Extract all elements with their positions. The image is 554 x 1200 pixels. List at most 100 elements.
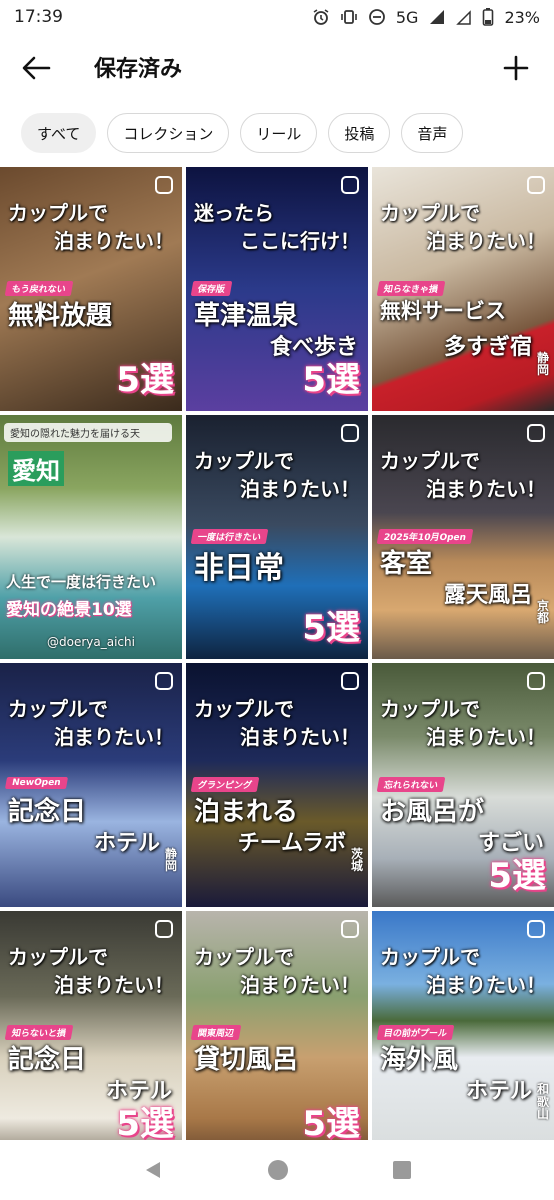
saved-post[interactable]: カップルで 泊まりたい！ 一度は行きたい 非日常 5選 [186,415,368,659]
reel-icon [527,176,545,194]
post-main-text: 非日常 [194,551,284,586]
post-title-line1: カップルで [194,449,294,473]
saved-post[interactable]: カップルで 泊まりたい！ 知らなきゃ損 無料サービス 多すぎ宿 静岡 [372,167,554,411]
post-tag: 関東周辺 [190,1025,242,1040]
post-title-line2: 泊まりたい！ [426,477,546,501]
post-count-label: 5選 [302,1104,360,1144]
reel-icon [155,672,173,690]
vibrate-icon [341,10,357,24]
post-main-text: お風呂が [380,797,485,827]
status-icons: 5G 23% [312,7,540,27]
post-main-text: 愛知の絶景10選 [6,600,132,620]
back-button[interactable] [16,48,56,88]
saved-post[interactable]: カップルで 泊まりたい！ 関東周辺 貸切風呂 5選 [186,911,368,1155]
reel-icon [341,424,359,442]
saved-post[interactable]: 愛知の隠れた魅力を届ける天 愛知 人生で一度は行きたい 愛知の絶景10選 @do… [0,415,182,659]
post-main-text: 客室 [380,549,433,579]
post-sub-text: チームラボ [237,831,346,856]
post-title-line2: 泊まりたい！ [240,477,360,501]
post-title-line2: 泊まりたい！ [426,725,546,749]
post-title-line2: 泊まりたい！ [426,229,546,253]
plus-icon [503,55,529,81]
post-count-label: 5選 [488,856,546,896]
post-main-text: 記念日 [8,1045,87,1075]
post-main-text: 泊まれる [194,797,299,827]
post-author-handle: @doerya_aichi [47,635,135,649]
post-main-text: 貸切風呂 [194,1045,299,1075]
post-prefecture: 静岡 [164,846,177,874]
post-title-line1: カップルで [380,201,480,225]
battery-level: 23% [504,7,540,27]
post-title-line2: 泊まりたい！ [54,725,174,749]
filter-collections[interactable]: コレクション [107,113,230,153]
reel-icon [341,176,359,194]
saved-post[interactable]: カップルで 泊まりたい！ 2025年10月Open 客室 露天風呂 京都 [372,415,554,659]
saved-post[interactable]: カップルで 泊まりたい！ 目の前がプール 海外風 ホテル 和歌山 [372,911,554,1155]
post-tag: 2025年10月Open [376,529,474,544]
post-tag: 目の前がプール [376,1025,455,1040]
reel-icon [155,920,173,938]
filter-reels[interactable]: リール [240,113,318,153]
filter-posts[interactable]: 投稿 [328,113,391,153]
filter-all[interactable]: すべて [21,113,97,153]
post-title-line1: カップルで [8,697,108,721]
do-not-disturb-icon [368,9,385,25]
post-tag: 知らなきゃ損 [376,281,446,296]
signal-outline-icon [456,10,472,25]
network-label: 5G [395,7,419,27]
saved-post[interactable]: カップルで 泊まりたい！ 忘れられない お風呂が すごい 5選 [372,663,554,907]
post-count-label: 5選 [116,1104,174,1144]
post-tag: NewOpen [4,777,68,789]
nav-back-icon[interactable] [142,1159,164,1181]
post-main-text: 無料サービス [380,299,506,323]
post-main-text: 草津温泉 [194,301,299,331]
post-tag: もう戻れない [4,281,74,296]
nav-home-icon[interactable] [267,1159,289,1181]
add-collection-button[interactable] [496,48,536,88]
post-count-label: 5選 [116,360,174,400]
post-prefecture: 和歌山 [536,1082,549,1122]
saved-post[interactable]: 迷ったら ここに行け！ 保存版 草津温泉 食べ歩き 5選 [186,167,368,411]
post-title-line2: 泊まりたい！ [54,229,174,253]
post-title-line1: カップルで [380,945,480,969]
app-bar: 保存済み [0,34,554,102]
post-title-line1: カップルで [8,201,108,225]
post-main-text: 海外風 [380,1045,459,1075]
saved-post[interactable]: カップルで 泊まりたい！ グランピング 泊まれる チームラボ 茨城 [186,663,368,907]
post-sub-text: ホテル [465,1079,532,1104]
post-tag: 保存版 [190,281,233,296]
post-region-label: 愛知 [8,451,64,486]
post-prefecture: 静岡 [536,350,549,378]
signal-icon [430,10,445,24]
arrow-left-icon [22,56,51,80]
post-sub-text: ホテル [93,831,160,856]
post-tag: 忘れられない [376,777,446,792]
post-title-line1: カップルで [8,945,108,969]
saved-post[interactable]: カップルで 泊まりたい！ もう戻れない 無料放題 5選 [0,167,182,411]
post-count-label: 5選 [302,360,360,400]
reel-icon [341,672,359,690]
post-title-line2: 泊まりたい！ [240,725,360,749]
filter-chips: すべて コレクション リール 投稿 音声 [21,113,464,153]
post-sub-text: 露天風呂 [443,583,532,608]
saved-grid: カップルで 泊まりたい！ もう戻れない 無料放題 5選 迷ったら ここに行け！ … [0,167,554,1155]
nav-recents-icon[interactable] [392,1160,412,1180]
battery-icon [483,8,494,26]
post-title-line2: 泊まりたい！ [54,973,174,997]
post-title-line2: 泊まりたい！ [240,973,360,997]
saved-post[interactable]: カップルで 泊まりたい！ NewOpen 記念日 ホテル 静岡 [0,663,182,907]
saved-post[interactable]: カップルで 泊まりたい！ 知らないと損 記念日 ホテル 5選 [0,911,182,1155]
post-title-line1: カップルで [194,945,294,969]
post-tag: 一度は行きたい [190,529,269,544]
post-title-line1: カップルで [380,697,480,721]
post-title-line2: 泊まりたい！ [426,973,546,997]
page-title: 保存済み [94,57,183,82]
filter-audio[interactable]: 音声 [401,113,464,153]
post-title-line1: カップルで [380,449,480,473]
reel-icon [527,920,545,938]
reel-icon [527,672,545,690]
post-prefecture: 京都 [536,598,549,626]
status-bar: 17:39 5G 23% [0,0,554,34]
post-prefecture: 茨城 [350,846,363,874]
post-sub-text: 多すぎ宿 [443,335,532,360]
